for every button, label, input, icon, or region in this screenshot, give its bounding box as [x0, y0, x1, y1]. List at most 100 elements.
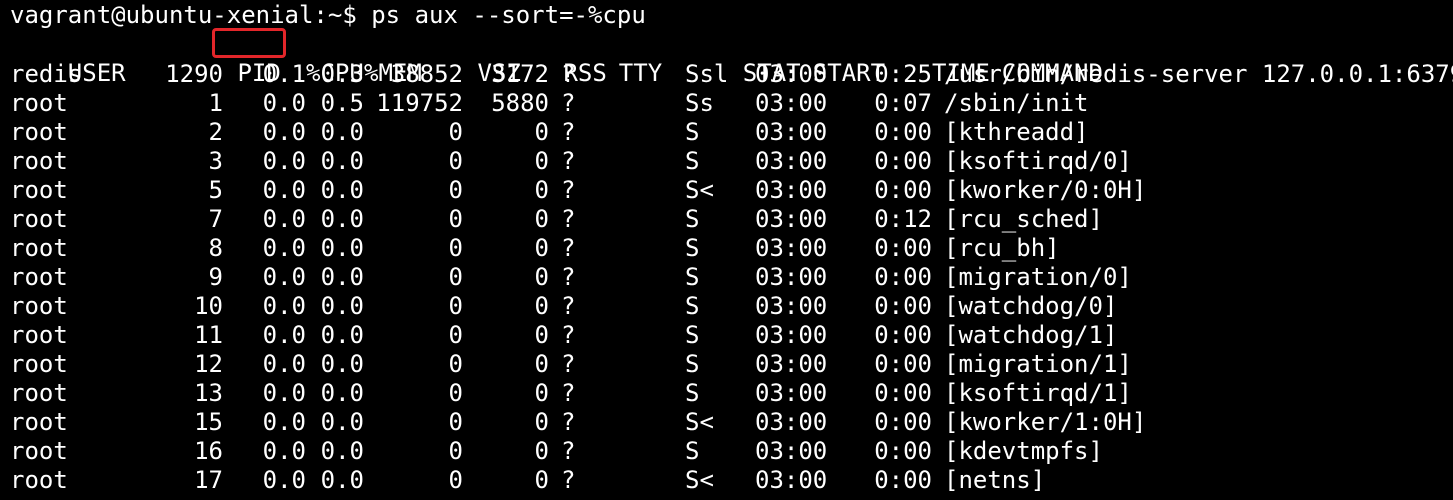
cell-command: [kworker/0:0H] [944, 176, 1147, 204]
cell-cpu: 0.0 [262, 321, 306, 349]
process-row: root 7 0.0 0.0 0 0? S 03:00 0:12 [rcu_sched] [10, 205, 1453, 234]
cell-user: root [10, 147, 68, 175]
cell-vsz: 0 [448, 205, 463, 233]
cell-time: 0:00 [874, 408, 932, 436]
cell-rss: 3172 [491, 60, 549, 88]
cell-mem: 0.0 [320, 379, 364, 407]
cell-command: [rcu_bh] [944, 234, 1060, 262]
cell-command: /usr/bin/redis-server 127.0.0.1:6379 [944, 60, 1453, 88]
cell-command: [kworker/1:0H] [944, 408, 1147, 436]
cell-vsz: 0 [448, 321, 463, 349]
cell-cpu: 0.0 [262, 176, 306, 204]
cell-pid: 8 [208, 234, 223, 262]
cell-user: root [10, 292, 68, 320]
cell-time: 0:00 [874, 147, 932, 175]
cell-command: [migration/1] [944, 350, 1132, 378]
cell-vsz: 119752 [376, 89, 463, 117]
cell-time: 0:00 [874, 234, 932, 262]
process-row: root 16 0.0 0.0 0 0? S 03:00 0:00 [kdevtmpfs] [10, 437, 1453, 466]
cell-rss: 0 [534, 350, 549, 378]
cell-time: 0:07 [874, 89, 932, 117]
cell-stat: S< [685, 466, 714, 494]
cell-rss: 0 [534, 292, 549, 320]
cell-stat: S [685, 263, 700, 291]
cell-vsz: 0 [448, 263, 463, 291]
cell-cpu: 0.0 [262, 466, 306, 494]
cell-vsz: 0 [448, 118, 463, 146]
cell-command: [ksoftirqd/1] [944, 379, 1132, 407]
cell-rss: 0 [534, 205, 549, 233]
process-row: root 2 0.0 0.0 0 0? S 03:00 0:00 [kthreadd] [10, 118, 1453, 147]
cell-command: [kthreadd] [944, 118, 1089, 146]
cell-tty: ? [561, 89, 576, 117]
cell-command: /sbin/init [944, 89, 1089, 117]
cell-mem: 0.0 [320, 292, 364, 320]
cell-time: 0:00 [874, 176, 932, 204]
cell-cpu: 0.0 [262, 292, 306, 320]
cell-vsz: 0 [448, 437, 463, 465]
cell-stat: S [685, 205, 700, 233]
cell-rss: 0 [534, 118, 549, 146]
cell-mem: 0.0 [320, 321, 364, 349]
cell-time: 0:00 [874, 263, 932, 291]
process-row: root 12 0.0 0.0 0 0? S 03:00 0:00 [migration/1] [10, 350, 1453, 379]
cell-vsz: 0 [448, 292, 463, 320]
cell-rss: 0 [534, 321, 549, 349]
cell-rss: 0 [534, 408, 549, 436]
cell-vsz: 0 [448, 176, 463, 204]
cell-start: 03:00 [755, 321, 828, 349]
cell-start: 03:00 [755, 437, 828, 465]
cell-vsz: 0 [448, 408, 463, 436]
cell-cpu: 0.0 [262, 205, 306, 233]
cell-tty: ? [561, 263, 576, 291]
cell-rss: 0 [534, 176, 549, 204]
cell-stat: S [685, 292, 700, 320]
process-row: root 1 0.0 0.5 119752 5880? Ss 03:00 0:07/sbin/i… [10, 89, 1453, 118]
cell-start: 03:00 [755, 350, 828, 378]
process-row: root 10 0.0 0.0 0 0? S 03:00 0:00 [watchdog/0] [10, 292, 1453, 321]
cell-pid: 2 [208, 118, 223, 146]
cell-mem: 0.3 [320, 60, 364, 88]
cell-cpu: 0.0 [262, 379, 306, 407]
cell-mem: 0.5 [320, 89, 364, 117]
cell-mem: 0.0 [320, 205, 364, 233]
cell-pid: 11 [194, 321, 223, 349]
cell-stat: S< [685, 176, 714, 204]
cell-stat: S [685, 118, 700, 146]
cell-vsz: 0 [448, 147, 463, 175]
cell-user: root [10, 234, 68, 262]
cell-time: 0:00 [874, 379, 932, 407]
cell-tty: ? [561, 321, 576, 349]
cell-cpu: 0.1 [262, 60, 306, 88]
cell-start: 03:00 [755, 234, 828, 262]
cell-time: 0:00 [874, 118, 932, 146]
cell-pid: 16 [194, 437, 223, 465]
cell-tty: ? [561, 350, 576, 378]
cell-pid: 3 [208, 147, 223, 175]
process-row: root 11 0.0 0.0 0 0? S 03:00 0:00 [watchdog/1] [10, 321, 1453, 350]
cell-user: root [10, 205, 68, 233]
cell-mem: 0.0 [320, 466, 364, 494]
cell-cpu: 0.0 [262, 350, 306, 378]
cell-mem: 0.0 [320, 147, 364, 175]
cell-mem: 0.0 [320, 118, 364, 146]
cell-stat: S [685, 379, 700, 407]
cell-mem: 0.0 [320, 176, 364, 204]
cell-user: root [10, 118, 68, 146]
cell-pid: 1290 [165, 60, 223, 88]
process-row: root 9 0.0 0.0 0 0? S 03:00 0:00 [migration/0] [10, 263, 1453, 292]
cell-cpu: 0.0 [262, 89, 306, 117]
cell-vsz: 0 [448, 234, 463, 262]
cell-time: 0:00 [874, 321, 932, 349]
process-row: root 15 0.0 0.0 0 0? S< 03:00 0:00 [kworker/1:0H] [10, 408, 1453, 437]
cell-rss: 0 [534, 437, 549, 465]
cell-rss: 0 [534, 263, 549, 291]
cell-tty: ? [561, 408, 576, 436]
cell-pid: 13 [194, 379, 223, 407]
process-row: root 17 0.0 0.0 0 0? S< 03:00 0:00 [netns] [10, 466, 1453, 495]
cell-tty: ? [561, 205, 576, 233]
cell-stat: Ss [685, 89, 714, 117]
terminal-window[interactable]: vagrant@ubuntu-xenial:~$ ps aux --sort=-… [0, 0, 1453, 500]
cell-tty: ? [561, 379, 576, 407]
cell-time: 0:25 [874, 60, 932, 88]
